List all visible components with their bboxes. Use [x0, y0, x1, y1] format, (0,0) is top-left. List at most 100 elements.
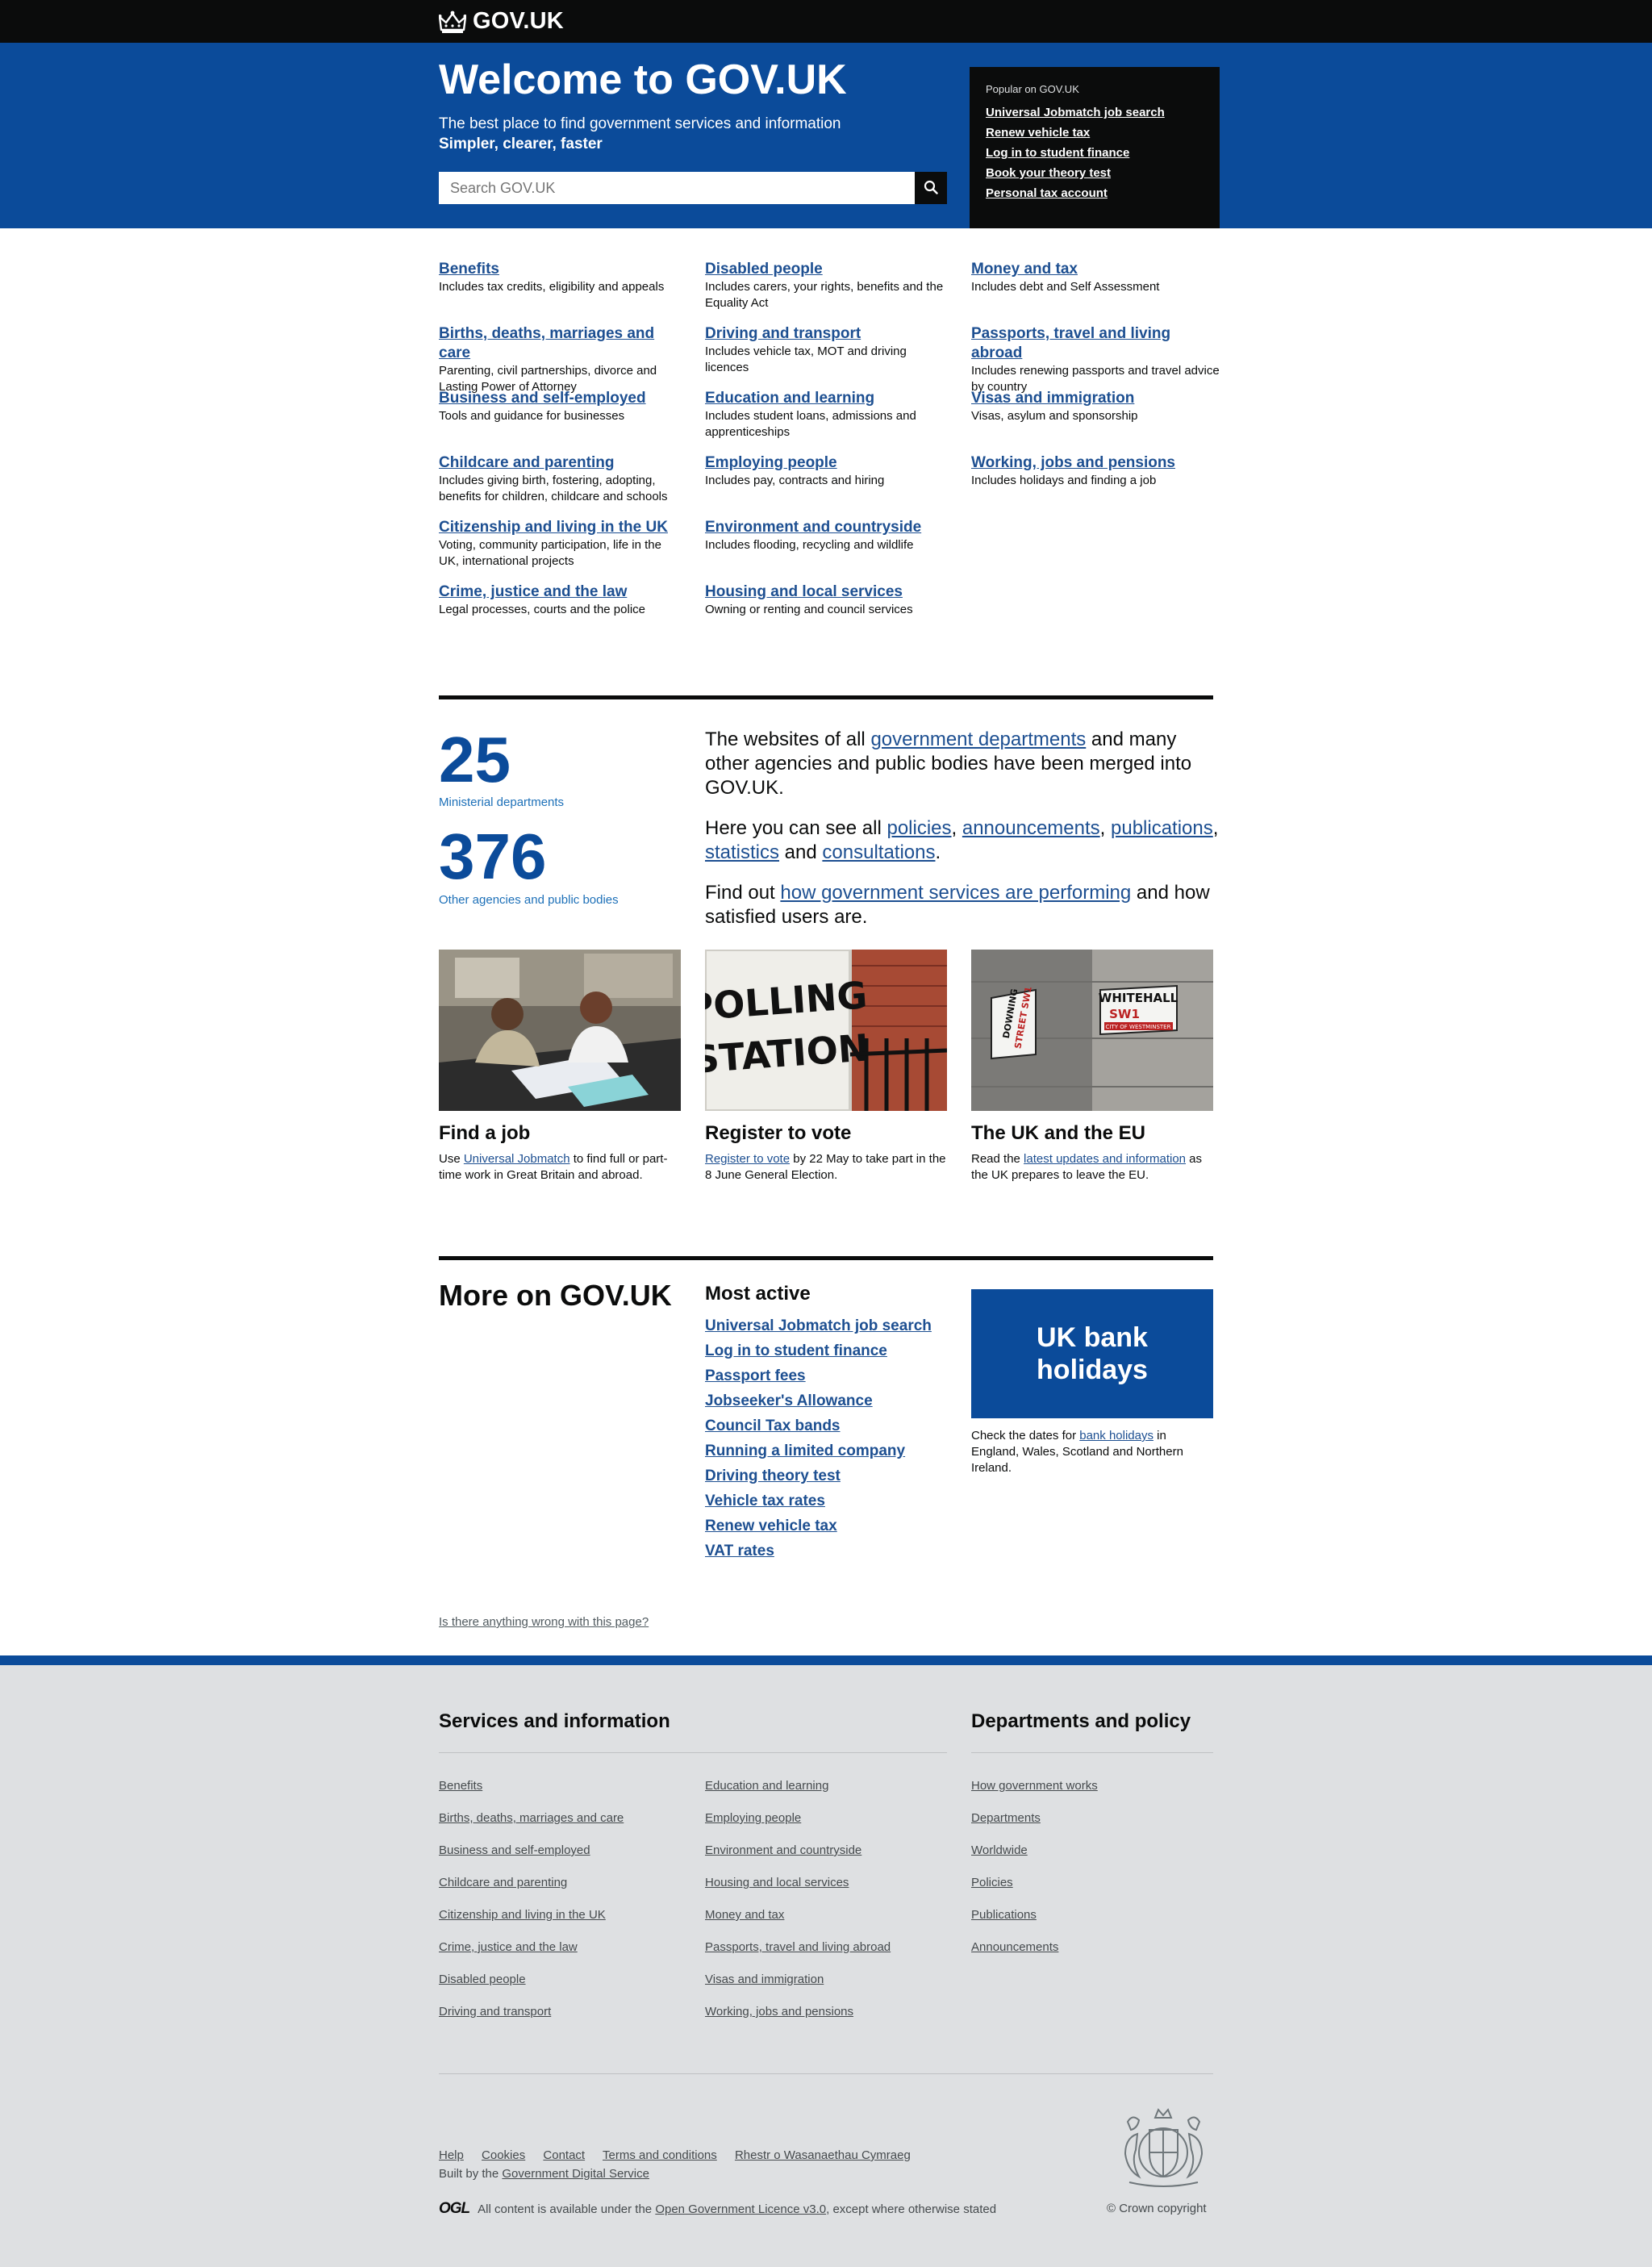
footer-link[interactable]: Education and learning [705, 1779, 828, 1793]
report-problem-link[interactable]: Is there anything wrong with this page? [439, 1615, 649, 1629]
most-active-link[interactable]: Vehicle tax rates [705, 1493, 825, 1509]
most-active-link[interactable]: Log in to student finance [705, 1342, 887, 1359]
uk-and-eu-image[interactable]: DOWNING STREET SW1 WHITEHALL SW1 CITY OF… [971, 950, 1213, 1111]
find-a-job-image[interactable] [439, 950, 681, 1111]
ogl-licence-link[interactable]: Open Government Licence v3.0 [655, 2202, 826, 2216]
gds-link[interactable]: Government Digital Service [502, 2167, 649, 2181]
popular-link[interactable]: Book your theory test [986, 166, 1111, 180]
about-text-fragment: Find out [705, 882, 781, 904]
footer-link[interactable]: Housing and local services [705, 1876, 849, 1889]
footer-link[interactable]: How government works [971, 1779, 1098, 1793]
popular-link[interactable]: Renew vehicle tax [986, 126, 1090, 140]
other-bodies-link[interactable]: Other agencies and public bodies [439, 893, 619, 907]
topic-link[interactable]: Benefits [439, 260, 681, 279]
topic-link[interactable]: Business and self-employed [439, 389, 681, 408]
cookies-link[interactable]: Cookies [482, 2148, 525, 2162]
popular-link[interactable]: Universal Jobmatch job search [986, 106, 1165, 119]
crown-copyright-link[interactable]: © Crown copyright [1107, 2202, 1207, 2215]
footer-link[interactable]: Employing people [705, 1811, 801, 1825]
topic-link[interactable]: Citizenship and living in the UK [439, 518, 681, 537]
topic-link[interactable]: Crime, justice and the law [439, 582, 681, 602]
popular-link[interactable]: Personal tax account [986, 186, 1108, 200]
site-header: GOV.UK [0, 0, 1652, 43]
topic-link[interactable]: Employing people [705, 453, 947, 473]
most-active-link[interactable]: Running a limited company [705, 1442, 905, 1459]
bank-holidays-promo[interactable]: UK bank holidays [971, 1289, 1213, 1418]
announcements-link[interactable]: announcements [962, 817, 1100, 839]
statistics-link[interactable]: statistics [705, 841, 779, 863]
search-input[interactable] [439, 172, 915, 204]
footer-link[interactable]: Publications [971, 1908, 1037, 1922]
footer-link[interactable]: Passports, travel and living abroad [705, 1940, 891, 1954]
footer-link[interactable]: Working, jobs and pensions [705, 2005, 853, 2019]
footer-link[interactable]: Disabled people [439, 1973, 526, 1986]
topic-link[interactable]: Money and tax [971, 260, 1213, 279]
most-active-link[interactable]: Universal Jobmatch job search [705, 1317, 932, 1334]
footer-link[interactable]: Departments [971, 1811, 1041, 1825]
most-active-link[interactable]: Passport fees [705, 1367, 806, 1384]
topic-link[interactable]: Childcare and parenting [439, 453, 681, 473]
footer-link[interactable]: Policies [971, 1876, 1013, 1889]
footer-link[interactable]: Crime, justice and the law [439, 1940, 578, 1954]
footer-link[interactable]: Births, deaths, marriages and care [439, 1811, 624, 1825]
topic-link[interactable]: Visas and immigration [971, 389, 1213, 408]
popular-link[interactable]: Log in to student finance [986, 146, 1129, 160]
most-active-link[interactable]: Council Tax bands [705, 1417, 841, 1434]
footer-link[interactable]: Worldwide [971, 1843, 1028, 1857]
ministerial-departments-link[interactable]: Ministerial departments [439, 795, 564, 809]
hero-tagline: Simpler, clearer, faster [439, 136, 603, 152]
most-active-link[interactable]: Driving theory test [705, 1467, 841, 1484]
topic-link[interactable]: Environment and countryside [705, 518, 947, 537]
topic-item: Business and self-employed Tools and gui… [439, 389, 681, 424]
performance-link[interactable]: how government services are performing [780, 882, 1131, 904]
footer-link[interactable]: Citizenship and living in the UK [439, 1908, 606, 1922]
eu-updates-link[interactable]: latest updates and information [1024, 1152, 1186, 1166]
most-active-link[interactable]: Renew vehicle tax [705, 1518, 837, 1534]
bank-holidays-link[interactable]: bank holidays [1079, 1429, 1153, 1442]
topic-link[interactable]: Births, deaths, marriages and care [439, 324, 681, 363]
footer-link[interactable]: Childcare and parenting [439, 1876, 567, 1889]
about-text-fragment: and [779, 841, 823, 863]
sign-text: WHITEHALL [1099, 991, 1179, 1005]
topic-link[interactable]: Housing and local services [705, 582, 947, 602]
topic-link[interactable]: Disabled people [705, 260, 947, 279]
promo-title: The UK and the EU [971, 1122, 1146, 1144]
topic-link[interactable]: Working, jobs and pensions [971, 453, 1213, 473]
polling-station-image[interactable]: POLLING STATION [705, 950, 947, 1111]
promo-text: Use Universal Jobmatch to find full or p… [439, 1151, 681, 1184]
topic-item: Housing and local services Owning or ren… [705, 582, 947, 618]
search-icon [924, 180, 938, 197]
help-link[interactable]: Help [439, 2148, 464, 2162]
topic-link[interactable]: Passports, travel and living abroad [971, 324, 1221, 363]
most-active-link[interactable]: VAT rates [705, 1543, 774, 1559]
footer-link[interactable]: Benefits [439, 1779, 482, 1793]
footer-link[interactable]: Money and tax [705, 1908, 784, 1922]
bank-text-fragment: Check the dates for [971, 1429, 1080, 1442]
promo-card: DOWNING STREET SW1 WHITEHALL SW1 CITY OF… [971, 950, 1213, 1184]
terms-link[interactable]: Terms and conditions [603, 2148, 717, 2162]
search-button[interactable] [915, 172, 947, 204]
footer-link[interactable]: Visas and immigration [705, 1973, 824, 1986]
footer-link[interactable]: Driving and transport [439, 2005, 551, 2019]
register-to-vote-link[interactable]: Register to vote [705, 1152, 790, 1166]
footer-services-title: Services and information [439, 1710, 670, 1732]
topic-link[interactable]: Driving and transport [705, 324, 947, 344]
other-bodies-count: 376 [439, 820, 547, 892]
universal-jobmatch-link[interactable]: Universal Jobmatch [464, 1152, 570, 1166]
footer-link[interactable]: Environment and countryside [705, 1843, 861, 1857]
most-active-link[interactable]: Jobseeker's Allowance [705, 1392, 873, 1409]
policies-link[interactable]: policies [886, 817, 951, 839]
topic-description: Includes debt and Self Assessment [971, 280, 1160, 294]
ministerial-count: 25 [439, 724, 511, 795]
govuk-logo-link[interactable]: GOV.UK [439, 8, 564, 35]
topic-link[interactable]: Education and learning [705, 389, 947, 408]
government-departments-link[interactable]: government departments [870, 729, 1086, 750]
topic-description: Includes vehicle tax, MOT and driving li… [705, 344, 907, 374]
welsh-services-link[interactable]: Rhestr o Wasanaethau Cymraeg [735, 2148, 911, 2162]
contact-link[interactable]: Contact [543, 2148, 585, 2162]
consultations-link[interactable]: consultations [822, 841, 935, 863]
footer-link[interactable]: Business and self-employed [439, 1843, 590, 1857]
publications-link[interactable]: publications [1111, 817, 1213, 839]
most-active-title: Most active [705, 1283, 811, 1305]
footer-link[interactable]: Announcements [971, 1940, 1058, 1954]
